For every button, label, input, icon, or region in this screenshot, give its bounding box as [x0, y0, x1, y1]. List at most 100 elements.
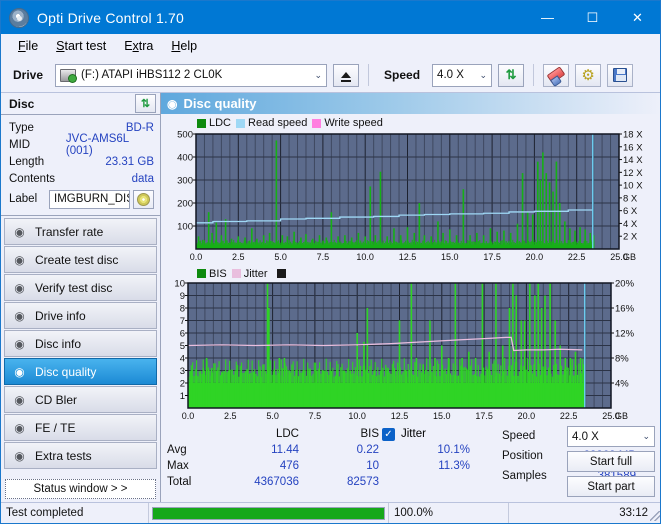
cd-icon: [137, 192, 150, 206]
drive-select-value: (F:) ATAPI iHBS112 2 CL0K: [81, 69, 223, 81]
save-button[interactable]: [607, 63, 634, 87]
drive-select[interactable]: (F:) ATAPI iHBS112 2 CL0K ⌄: [55, 63, 328, 87]
svg-text:8 X: 8 X: [623, 193, 638, 204]
sidebar-item-label: Create test disc: [35, 252, 119, 267]
close-icon[interactable]: ✕: [615, 1, 660, 34]
jitter-checkbox[interactable]: ✓: [382, 427, 395, 441]
sidebar-item-verify-test-disc[interactable]: ◉ Verify test disc: [4, 274, 157, 301]
toolbar: Drive (F:) ATAPI iHBS112 2 CL0K ⌄ Speed …: [1, 58, 660, 93]
refresh-button[interactable]: ⇅: [498, 63, 525, 87]
legend-item-bis: BIS: [197, 268, 227, 280]
refresh-icon: ⇅: [505, 67, 517, 82]
svg-text:0.0: 0.0: [190, 252, 203, 262]
jitter-toggle-row: ✓ Jitter: [382, 426, 502, 442]
svg-text:10 X: 10 X: [623, 181, 643, 192]
svg-text:5: 5: [180, 341, 185, 352]
progress-track: [152, 506, 385, 520]
sidebar-item-disc-quality[interactable]: ◉ Disc quality: [4, 358, 157, 385]
svg-text:2: 2: [180, 379, 185, 390]
progress-percent: 100.0%: [389, 502, 509, 523]
main-body: Disc ⇅ Type BD-R MID JVC-AMS6L (001) Len…: [1, 93, 660, 502]
disc-test-icon: ◉: [14, 420, 25, 435]
test-speed-value: 4.0 X: [572, 430, 599, 443]
svg-text:20%: 20%: [615, 279, 635, 290]
menu-start-test[interactable]: Start test: [47, 36, 115, 56]
panel-header: ◉ Disc quality: [161, 93, 660, 114]
disc-label-field[interactable]: IMGBURN_DIS: [49, 189, 130, 209]
disc-test-icon: ◉: [14, 280, 25, 295]
table-row: Total 4367036 82573: [167, 474, 382, 490]
disc-test-icon: ◉: [14, 336, 25, 351]
menu-extra[interactable]: Extra: [115, 36, 162, 56]
jitter-avg-row: 10.1%: [382, 442, 502, 458]
sidebar-item-extra-tests[interactable]: ◉ Extra tests: [4, 442, 157, 469]
sidebar-item-create-test-disc[interactable]: ◉ Create test disc: [4, 246, 157, 273]
test-speed-select[interactable]: 4.0 X ⌄: [567, 426, 655, 447]
speed-select[interactable]: 4.0 X ⌄: [432, 63, 493, 87]
save-icon: [613, 68, 628, 82]
disc-info-key: Length: [9, 155, 45, 168]
sidebar-item-drive-info[interactable]: ◉ Drive info: [4, 302, 157, 329]
disc-label-cd-button[interactable]: [133, 189, 154, 209]
svg-text:17.5: 17.5: [483, 252, 501, 262]
disc-test-icon: ◉: [14, 364, 25, 379]
sidebar-item-label: Disc info: [35, 336, 82, 351]
erase-button[interactable]: [543, 63, 570, 87]
main-panel: ◉ Disc quality LDC Read speed Write spee…: [160, 93, 660, 502]
svg-text:15.0: 15.0: [433, 411, 451, 421]
legend-swatch-marker: [276, 269, 286, 278]
elapsed-time: 33:12: [619, 507, 648, 519]
settings-button[interactable]: ⚙: [575, 63, 602, 87]
svg-text:7: 7: [180, 316, 185, 327]
legend-label-jitter: Jitter: [243, 267, 268, 280]
speed-label: Speed: [384, 68, 421, 82]
svg-text:4 X: 4 X: [623, 219, 638, 230]
eject-button[interactable]: [333, 63, 360, 87]
menu-start-test-rest: tart test: [64, 38, 107, 53]
stats-panel: LDC BIS Avg 11.44 0.22 Max 476 10 Total …: [161, 424, 660, 498]
stats-max-ldc: 476: [279, 460, 299, 472]
speed-select-value: 4.0 X: [437, 69, 464, 81]
menu-help-rest: elp: [180, 38, 198, 53]
svg-text:6 X: 6 X: [623, 206, 638, 217]
sidebar-item-cd-bler[interactable]: ◉ CD Bler: [4, 386, 157, 413]
sidebar-item-fe-te[interactable]: ◉ FE / TE: [4, 414, 157, 441]
maximize-icon[interactable]: ☐: [570, 1, 615, 34]
sidebar-nav: ◉ Transfer rate ◉ Create test disc ◉ Ver…: [1, 216, 160, 470]
svg-text:17.5: 17.5: [475, 411, 493, 421]
sidebar-item-label: Drive info: [35, 308, 86, 323]
minimize-icon[interactable]: —: [525, 1, 570, 34]
stats-col-bis: BIS: [360, 428, 379, 440]
status-window-button[interactable]: Status window > >: [5, 479, 156, 499]
toolbar-divider-1: [368, 64, 370, 86]
bis-chart-legend: BIS Jitter: [165, 265, 657, 280]
status-message: Test completed: [1, 502, 149, 523]
disc-info-value: 23.31 GB: [105, 155, 154, 168]
svg-text:12.5: 12.5: [391, 411, 409, 421]
resize-grip[interactable]: [650, 511, 660, 521]
disc-refresh-button[interactable]: ⇅: [135, 94, 156, 113]
svg-text:12%: 12%: [615, 329, 635, 340]
svg-text:22.5: 22.5: [568, 252, 586, 262]
legend-item-jitter: Jitter: [231, 267, 268, 280]
legend-swatch-jitter: [231, 269, 241, 278]
svg-text:10: 10: [174, 279, 185, 290]
svg-text:14 X: 14 X: [623, 155, 643, 166]
start-full-button[interactable]: Start full: [567, 451, 655, 472]
legend-swatch-read-speed: [236, 118, 246, 128]
stats-max-bis: 10: [366, 460, 379, 472]
sidebar-item-disc-info[interactable]: ◉ Disc info: [4, 330, 157, 357]
bis-chart: 1 2 3 4 5 6 7 8 9 10 4% 8% 12% 16% 20% 0.0 2.5 5.0 7.5 10.0…: [165, 279, 657, 424]
sidebar-item-transfer-rate[interactable]: ◉ Transfer rate: [4, 218, 157, 245]
svg-text:300: 300: [177, 176, 193, 187]
jitter-max-row: 11.3%: [382, 458, 502, 474]
menu-file[interactable]: File: [9, 36, 47, 56]
start-part-button[interactable]: Start part: [567, 476, 655, 497]
disc-label-key: Label: [9, 193, 38, 205]
menu-help[interactable]: Help: [162, 36, 206, 56]
stats-header-row: LDC BIS: [167, 426, 382, 442]
disc-info-key: MID: [9, 138, 31, 151]
disc-test-icon: ◉: [14, 392, 25, 407]
stats-avg-bis: 0.22: [356, 444, 379, 456]
